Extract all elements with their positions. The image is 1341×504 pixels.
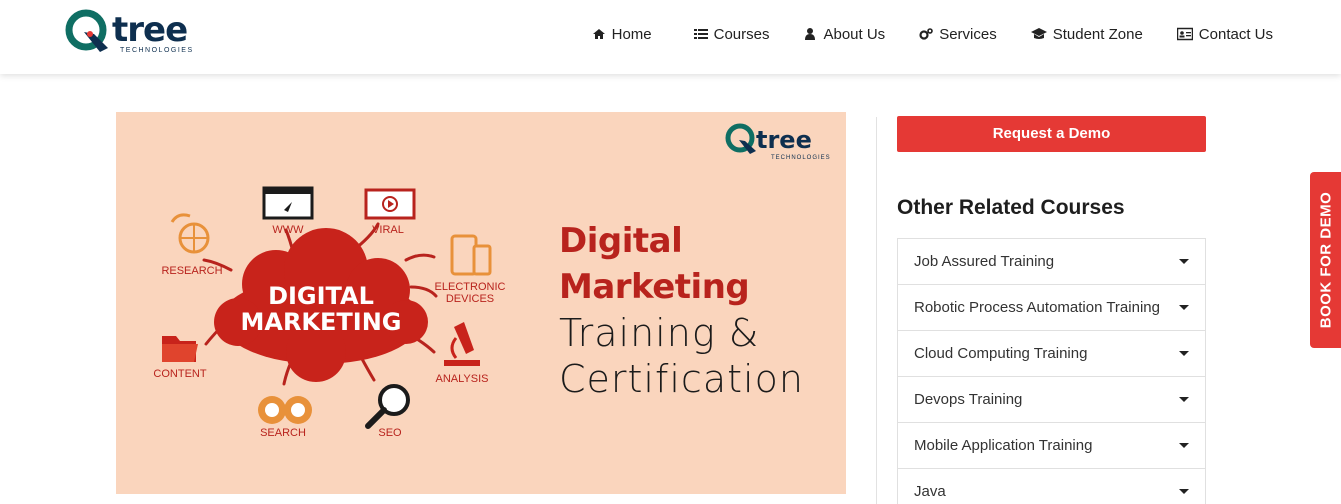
logo-subtitle: TECHNOLOGIES [120, 47, 194, 54]
label-research: RESEARCH [161, 265, 222, 277]
caret-down-icon [1179, 443, 1189, 448]
cloud-shape: DIGITAL MARKETING [214, 228, 428, 382]
banner-logo-sub: TECHNOLOGIES [771, 155, 831, 161]
course-item-rpa[interactable]: Robotic Process Automation Training [898, 285, 1205, 331]
list-icon [693, 29, 708, 39]
label-viral: VIRAL [372, 224, 404, 236]
nav-about-us[interactable]: About Us [803, 24, 885, 44]
seo-magnifier-icon: SEO [365, 384, 410, 439]
course-banner: tree TECHNOLOGIES DIGITAL MARKETING WWW … [116, 112, 846, 494]
main-nav: Home Courses About Us Services Student Z… [592, 24, 1273, 44]
viral-video-icon: VIRAL [364, 188, 416, 236]
course-item-devops[interactable]: Devops Training [898, 377, 1205, 423]
user-icon [805, 28, 816, 40]
research-globe-icon: RESEARCH [161, 213, 223, 277]
banner-title-digital: Digital [559, 221, 683, 261]
logo-wordmark: tree [112, 10, 188, 50]
search-binoculars-icon: SEARCH [258, 396, 312, 439]
banner-logo: tree TECHNOLOGIES [725, 123, 831, 161]
course-item-mobile-app[interactable]: Mobile Application Training [898, 423, 1205, 469]
nav-home-label: Home [611, 25, 652, 43]
related-courses-heading: Other Related Courses [897, 196, 1125, 219]
nav-home[interactable]: Home [592, 24, 652, 44]
caret-down-icon [1179, 305, 1189, 310]
course-item-cloud-computing[interactable]: Cloud Computing Training [898, 331, 1205, 377]
course-item-label: Java [914, 483, 946, 500]
banner-title-certification: Certification [559, 357, 804, 401]
course-item-job-assured[interactable]: Job Assured Training [898, 239, 1205, 285]
cloud-text-digital: DIGITAL [268, 282, 374, 310]
course-item-label: Mobile Application Training [914, 437, 1093, 454]
www-browser-icon: WWW [262, 186, 314, 236]
course-item-label: Robotic Process Automation Training [914, 299, 1160, 316]
label-electronic-2: DEVICES [446, 293, 494, 305]
content-folder-icon: CONTENT [153, 336, 207, 380]
nav-services[interactable]: Services [919, 24, 997, 44]
book-for-demo-tab[interactable]: BOOK FOR DEMO [1310, 172, 1341, 348]
address-card-icon [1176, 27, 1193, 41]
cloud-text-marketing: MARKETING [240, 308, 401, 336]
label-analysis: ANALYSIS [436, 373, 489, 385]
banner-logo-word: tree [756, 126, 812, 154]
graduation-cap-icon [1030, 28, 1047, 39]
banner-title: Digital Marketing Training & Certificati… [559, 218, 804, 402]
caret-down-icon [1179, 397, 1189, 402]
label-content: CONTENT [153, 368, 206, 380]
label-search: SEARCH [260, 427, 306, 439]
nav-services-label: Services [939, 25, 997, 43]
nav-courses-label: Courses [713, 25, 770, 43]
label-electronic-1: ELECTRONIC [435, 281, 506, 293]
course-item-label: Job Assured Training [914, 253, 1055, 270]
label-www: WWW [272, 224, 304, 236]
nav-student-label: Student Zone [1052, 25, 1143, 43]
column-divider [876, 117, 877, 504]
course-item-label: Devops Training [914, 391, 1023, 408]
analysis-microscope-icon: ANALYSIS [436, 322, 489, 385]
nav-contact-label: Contact Us [1198, 25, 1273, 43]
request-demo-button[interactable]: Request a Demo [897, 116, 1206, 152]
gears-icon [919, 28, 933, 40]
nav-contact-us[interactable]: Contact Us [1176, 24, 1273, 44]
electronic-devices-icon: ELECTRONIC DEVICES [435, 234, 506, 305]
nav-courses[interactable]: Courses [693, 24, 770, 44]
banner-title-marketing: Marketing [559, 267, 750, 307]
label-seo: SEO [378, 427, 402, 439]
course-item-java[interactable]: Java [898, 469, 1205, 504]
book-for-demo-label: BOOK FOR DEMO [1317, 191, 1334, 329]
nav-about-label: About Us [823, 25, 886, 43]
caret-down-icon [1179, 351, 1189, 356]
caret-down-icon [1179, 259, 1189, 264]
home-icon [592, 29, 605, 39]
banner-title-training: Training & [559, 311, 760, 355]
site-header: tree TECHNOLOGIES Home Courses About Us … [0, 0, 1341, 74]
nav-student-zone[interactable]: Student Zone [1030, 24, 1143, 44]
course-item-label: Cloud Computing Training [914, 345, 1088, 362]
related-courses-list: Job Assured Training Robotic Process Aut… [897, 238, 1206, 504]
site-logo[interactable]: tree TECHNOLOGIES [64, 8, 204, 60]
caret-down-icon [1179, 489, 1189, 494]
